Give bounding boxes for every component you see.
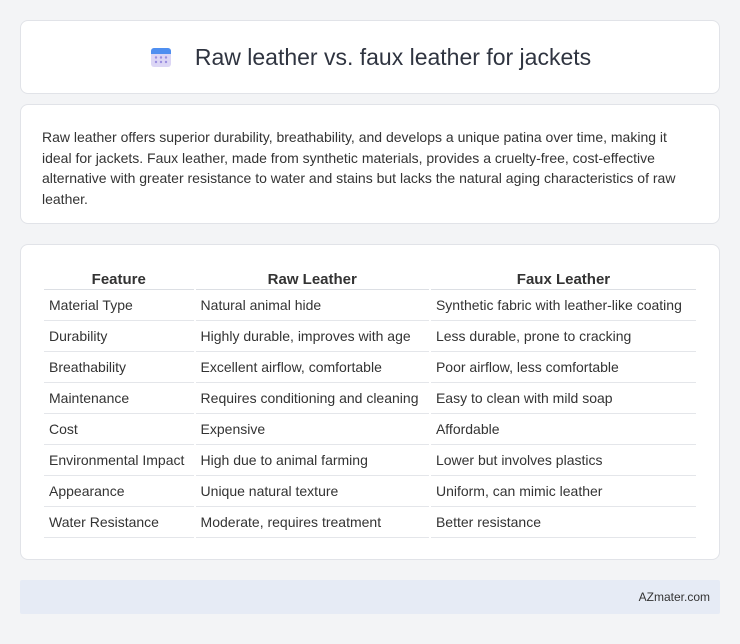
table-row: Cost Expensive Affordable <box>44 414 696 445</box>
faux-leather-cell: Uniform, can mimic leather <box>430 476 696 507</box>
footer-brand: AZmater.com <box>638 590 710 604</box>
raw-leather-cell: Requires conditioning and cleaning <box>195 383 429 414</box>
feature-cell: Cost <box>44 414 194 445</box>
raw-leather-cell: Natural animal hide <box>195 290 429 321</box>
table-row: Breathability Excellent airflow, comfort… <box>44 352 696 383</box>
raw-leather-cell: Unique natural texture <box>195 476 429 507</box>
faux-leather-cell: Lower but involves plastics <box>430 445 696 476</box>
raw-leather-cell: Highly durable, improves with age <box>195 321 429 352</box>
comparison-table-card: Feature Raw Leather Faux Leather Materia… <box>20 244 720 560</box>
comparison-table: Feature Raw Leather Faux Leather Materia… <box>42 267 698 538</box>
summary-text: Raw leather offers superior durability, … <box>42 129 676 207</box>
faux-leather-cell: Better resistance <box>430 507 696 538</box>
column-header-faux-leather: Faux Leather <box>430 267 696 290</box>
faux-leather-cell: Poor airflow, less comfortable <box>430 352 696 383</box>
feature-cell: Appearance <box>44 476 194 507</box>
feature-cell: Water Resistance <box>44 507 194 538</box>
table-row: Durability Highly durable, improves with… <box>44 321 696 352</box>
table-header-row: Feature Raw Leather Faux Leather <box>44 267 696 290</box>
raw-leather-cell: High due to animal farming <box>195 445 429 476</box>
table-row: Material Type Natural animal hide Synthe… <box>44 290 696 321</box>
raw-leather-cell: Excellent airflow, comfortable <box>195 352 429 383</box>
summary-card: Raw leather offers superior durability, … <box>20 104 720 224</box>
faux-leather-cell: Affordable <box>430 414 696 445</box>
table-row: Maintenance Requires conditioning and cl… <box>44 383 696 414</box>
feature-cell: Breathability <box>44 352 194 383</box>
feature-cell: Maintenance <box>44 383 194 414</box>
title-card: Raw leather vs. faux leather for jackets <box>20 20 720 94</box>
feature-cell: Durability <box>44 321 194 352</box>
faux-leather-cell: Easy to clean with mild soap <box>430 383 696 414</box>
column-header-feature: Feature <box>44 267 194 290</box>
column-header-raw-leather: Raw Leather <box>195 267 429 290</box>
raw-leather-cell: Expensive <box>195 414 429 445</box>
feature-cell: Environmental Impact <box>44 445 194 476</box>
page-title: Raw leather vs. faux leather for jackets <box>194 43 592 70</box>
footer: AZmater.com <box>20 580 720 614</box>
feature-cell: Material Type <box>44 290 194 321</box>
table-row: Water Resistance Moderate, requires trea… <box>44 507 696 538</box>
faux-leather-cell: Less durable, prone to cracking <box>430 321 696 352</box>
table-row: Appearance Unique natural texture Unifor… <box>44 476 696 507</box>
raw-leather-cell: Moderate, requires treatment <box>195 507 429 538</box>
calendar-icon <box>149 45 173 69</box>
table-row: Environmental Impact High due to animal … <box>44 445 696 476</box>
faux-leather-cell: Synthetic fabric with leather-like coati… <box>430 290 696 321</box>
